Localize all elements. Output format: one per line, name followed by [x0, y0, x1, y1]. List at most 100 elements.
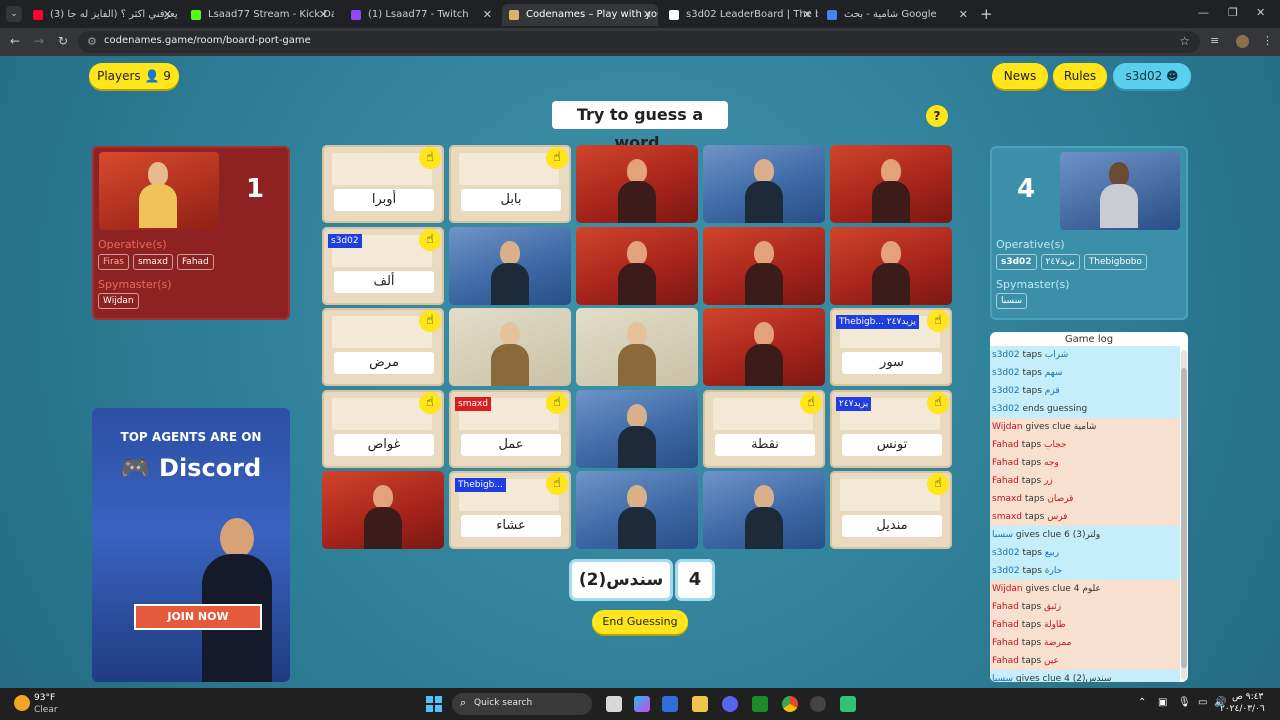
card-word: منديل [842, 515, 942, 537]
player-chip[interactable]: smaxd [132, 254, 173, 270]
discord-ad[interactable]: TOP AGENTS ARE ON 🎮 Discord JOIN NOW [92, 408, 290, 682]
red-spymaster-list: Wijdan [98, 293, 139, 309]
network-icon[interactable]: ▭ [1198, 697, 1207, 708]
bookmark-star-icon[interactable]: ☆ [1179, 34, 1190, 48]
player-chip[interactable]: Fahad [176, 254, 214, 270]
microphone-icon[interactable]: 🎙 [1178, 697, 1191, 708]
help-button[interactable]: ? [926, 105, 948, 127]
file-explorer-icon[interactable] [692, 696, 708, 712]
close-tab-icon[interactable]: ✕ [803, 4, 812, 26]
player-chip[interactable]: يزيد٢٤٧ [1040, 254, 1080, 270]
player-chip[interactable]: s3d02 [996, 254, 1037, 270]
chrome-icon[interactable] [782, 696, 798, 712]
word-card[interactable]: منديل ☝ [830, 471, 952, 549]
browser-tab-leaderboard[interactable]: s3d02 LeaderBoard | The best C... ✕ [662, 4, 818, 26]
close-tab-icon[interactable]: ✕ [643, 4, 652, 26]
obs-icon[interactable] [810, 696, 826, 712]
tap-card-icon[interactable]: ☝ [927, 310, 949, 332]
word-card[interactable]: أوبرا ☝ [322, 145, 444, 223]
taskbar-search[interactable]: ⌕ Quick search [452, 693, 592, 715]
browser-tab-codenames[interactable]: Codenames – Play with your Fri... ✕ [502, 4, 658, 26]
new-tab-button[interactable]: + [980, 5, 993, 23]
tab-search-button[interactable]: ⌄ [6, 6, 22, 22]
rules-button[interactable]: Rules [1053, 63, 1107, 89]
task-view-icon[interactable] [606, 696, 622, 712]
log-entry: سسبا gives clue سندس(2) 4 [990, 670, 1180, 682]
clock-time[interactable]: ٩:٤٣ ص [1232, 692, 1263, 702]
word-card[interactable]: مرض ☝ [322, 308, 444, 386]
menu-kebab-icon[interactable]: ⋮ [1262, 34, 1273, 47]
log-action: gives clue [1015, 674, 1062, 682]
players-button[interactable]: Players 👤 9 [89, 63, 179, 89]
red-team-panel: 1 Operative(s) Firas smaxd Fahad Spymast… [92, 146, 290, 320]
clock-date[interactable]: ٢٠٢٤/٠٣/٠٦ [1220, 704, 1265, 714]
start-button[interactable] [426, 696, 442, 712]
player-chip[interactable]: Wijdan [98, 293, 139, 309]
tap-card-icon[interactable]: ☝ [927, 391, 949, 414]
word-card[interactable]: عشاء Thebigb... ☝ [449, 471, 571, 549]
game-log-scroll-thumb[interactable] [1181, 368, 1187, 668]
news-button[interactable]: News [992, 63, 1048, 89]
word-card[interactable]: تونس يزيد٢٤٧ ☝ [830, 389, 952, 468]
player-chip[interactable]: Thebigbobo [1083, 254, 1147, 270]
tap-card-icon[interactable]: ☝ [419, 147, 441, 169]
user-menu-button[interactable]: s3d02 ☻ [1113, 63, 1191, 89]
kick-app-icon[interactable] [840, 696, 856, 712]
close-tab-icon[interactable]: ✕ [483, 4, 492, 26]
word-card[interactable]: سور Thebigb... يزيد٢٤٧ ☝ [830, 308, 952, 386]
log-action: ends guessing [1022, 404, 1088, 414]
tap-card-icon[interactable]: ☝ [927, 473, 949, 495]
reload-icon[interactable]: ↻ [58, 34, 68, 48]
tap-card-icon[interactable]: ☝ [546, 147, 568, 169]
close-tab-icon[interactable]: ✕ [319, 4, 328, 26]
log-word: سندس(2) 4 [1064, 674, 1112, 682]
word-card[interactable]: بابل ☝ [449, 145, 571, 223]
word-card[interactable]: عمل smaxd ☝ [449, 389, 571, 468]
restore-icon[interactable]: ❐ [1228, 6, 1238, 19]
xbox-icon[interactable] [752, 696, 768, 712]
copilot-icon[interactable] [634, 696, 650, 712]
discord-app-icon[interactable] [722, 696, 738, 712]
close-tab-icon[interactable]: ✕ [163, 4, 172, 26]
word-card[interactable]: نقطة ☝ [703, 389, 825, 468]
tap-card-icon[interactable]: ☝ [419, 228, 441, 251]
word-card[interactable]: غواص ☝ [322, 389, 444, 468]
browser-tab-google[interactable]: شامية - بحث Google ✕ [820, 4, 974, 26]
leaderboard-favicon-icon [669, 10, 679, 20]
forward-icon[interactable]: → [34, 34, 44, 48]
tap-card-icon[interactable]: ☝ [419, 391, 441, 414]
player-chip[interactable]: Firas [98, 254, 129, 270]
browser-tab-youtube[interactable]: (3) مين يعرفني اكثر ؟ (الفايز له جا... ✕ [26, 4, 178, 26]
browser-tab-twitch[interactable]: (1) Lsaad77 - Twitch ✕ [344, 4, 498, 26]
tap-card-icon[interactable]: ☝ [546, 391, 568, 414]
window-close-icon[interactable]: ✕ [1256, 6, 1265, 19]
log-entry: s3d02 taps قزم [990, 382, 1180, 400]
address-bar[interactable]: ⚙ codenames.game/room/board-port-game ☆ [78, 31, 1200, 53]
tap-card-icon[interactable]: ☝ [800, 391, 822, 414]
url-text: codenames.game/room/board-port-game [104, 35, 311, 46]
browser-tab-kick[interactable]: Lsaad77 Stream - Kick Dashboard ✕ [184, 4, 334, 26]
word-card[interactable]: ألف s3d02 ☝ [322, 226, 444, 305]
blue-operatives-list: s3d02 يزيد٢٤٧ Thebigbobo [996, 254, 1147, 270]
join-now-button[interactable]: JOIN NOW [134, 604, 262, 630]
weather-temperature[interactable]: 93°F [34, 693, 55, 703]
profile-avatar[interactable] [1236, 35, 1249, 48]
store-icon[interactable] [662, 696, 678, 712]
tap-card-icon[interactable]: ☝ [546, 473, 568, 495]
tap-card-icon[interactable]: ☝ [419, 310, 441, 332]
player-chip[interactable]: سسبا [996, 293, 1028, 309]
back-icon[interactable]: ← [10, 34, 20, 48]
log-entry: Fahad taps زر [990, 472, 1180, 490]
log-entry: s3d02 ends guessing [990, 400, 1180, 418]
tray-app-icon[interactable]: ▣ [1158, 697, 1167, 708]
minimize-icon[interactable]: — [1198, 6, 1209, 19]
weather-sun-icon[interactable] [14, 695, 30, 711]
weather-condition[interactable]: Clear [34, 705, 58, 715]
tray-chevron-icon[interactable]: ⌃ [1138, 697, 1146, 708]
end-guessing-button[interactable]: End Guessing [592, 610, 688, 634]
reading-list-icon[interactable]: ≡ [1210, 34, 1219, 47]
ad-brand: 🎮 Discord [92, 454, 290, 482]
log-entry: Fahad taps وجه [990, 454, 1180, 472]
close-tab-icon[interactable]: ✕ [959, 4, 968, 26]
site-info-icon[interactable]: ⚙ [87, 35, 97, 48]
